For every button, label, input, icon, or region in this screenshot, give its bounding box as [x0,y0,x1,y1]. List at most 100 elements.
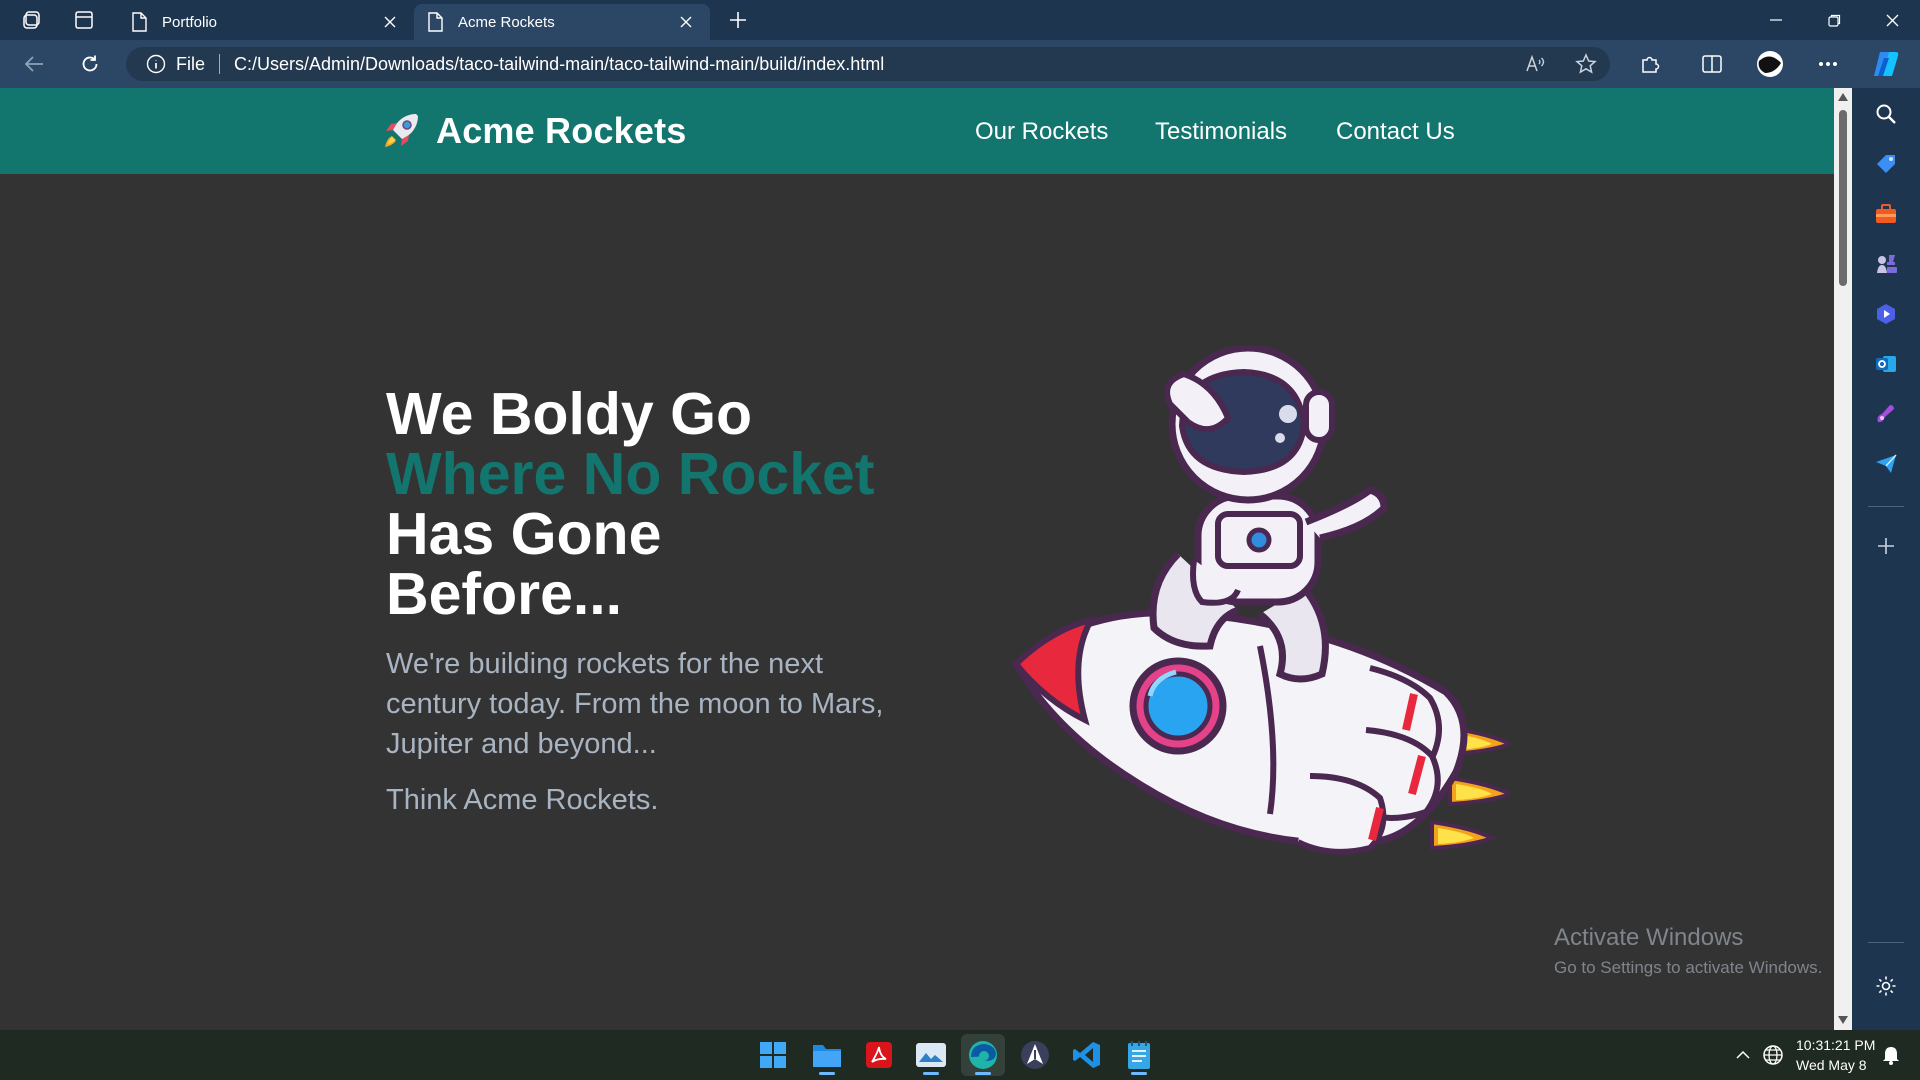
outlook-icon[interactable] [1870,348,1902,380]
taskbar-rocket-app[interactable] [1013,1034,1057,1076]
add-icon[interactable] [1870,530,1902,562]
running-indicator [975,1072,991,1075]
rocket-icon [385,114,418,147]
tab-acme-rockets[interactable]: Acme Rockets [414,4,710,40]
acrobat-icon [866,1042,892,1068]
watermark-subtitle: Go to Settings to activate Windows. [1554,958,1823,977]
taskbar-file-explorer[interactable] [805,1034,849,1076]
edge-icon [969,1041,997,1069]
vscode-icon [1073,1042,1100,1068]
taskbar-clock[interactable]: 10:31:21 PM Wed May 8 [1796,1035,1875,1075]
edge-sidebar [1852,88,1920,1030]
info-icon [146,54,166,74]
refresh-button[interactable] [70,48,110,80]
taskbar-vscode[interactable] [1065,1034,1109,1076]
notifications-button[interactable] [1882,1030,1900,1080]
chess-icon[interactable] [1870,248,1902,280]
address-bar[interactable]: File C:/Users/Admin/Downloads/taco-tailw… [126,47,1610,81]
taskbar-notepad[interactable] [1117,1034,1161,1076]
workspaces-icon[interactable] [6,0,58,40]
taskbar-edge[interactable] [961,1034,1005,1076]
toolbox-icon[interactable] [1870,198,1902,230]
clock-date: Wed May 8 [1796,1057,1867,1073]
site-header: Acme Rockets Our Rockets Testimonials Co… [0,88,1834,174]
search-icon[interactable] [1870,98,1902,130]
star-icon [1575,53,1597,74]
tray-overflow-button[interactable] [1736,1030,1750,1080]
page-icon [428,12,443,32]
restore-button[interactable] [1806,0,1862,40]
clock-time: 10:31:21 PM [1796,1037,1876,1053]
windows-logo-icon [760,1042,786,1068]
scheme-label: File [176,54,221,74]
scroll-up-arrow-icon[interactable] [1837,91,1849,103]
hero-title-line: Before... [386,561,623,627]
copilot-icon [1874,52,1899,76]
copilot-play-icon[interactable] [1870,298,1902,330]
designer-icon[interactable] [1870,398,1902,430]
nav-our-rockets[interactable]: Our Rockets [975,118,1108,146]
tab-title: Portfolio [162,13,218,31]
hero-title-line: We Boldy Go [386,381,753,447]
close-tab-icon[interactable] [674,10,698,34]
refresh-icon [82,55,98,72]
split-screen-button[interactable] [1692,48,1732,80]
windows-taskbar: 10:31:21 PM Wed May 8 [0,1030,1920,1080]
avatar [1757,51,1783,77]
restore-icon [1827,14,1840,27]
file-explorer-icon [813,1045,841,1067]
url-text[interactable]: C:/Users/Admin/Downloads/taco-tailwind-m… [234,54,884,75]
taskbar-photos[interactable] [909,1034,953,1076]
chevron-up-icon [1736,1050,1750,1059]
page-scrollbar[interactable] [1834,88,1852,1030]
tab-title: Acme Rockets [458,13,555,31]
favorite-button[interactable] [1566,48,1606,80]
astronaut-on-rocket-illustration [1011,346,1510,855]
close-tab-icon[interactable] [378,10,402,34]
activate-windows-watermark: Activate Windows Go to Settings to activ… [1554,924,1822,978]
running-indicator [923,1072,939,1075]
browser-toolbar: File C:/Users/Admin/Downloads/taco-tailw… [0,40,1920,88]
nav-contact-us[interactable]: Contact Us [1336,118,1455,146]
minimize-button[interactable] [1748,0,1804,40]
rocket-app-icon [1021,1041,1049,1069]
settings-icon[interactable] [1870,970,1902,1002]
brand-link[interactable]: Acme Rockets [380,110,687,152]
page-viewport: Acme Rockets Our Rockets Testimonials Co… [0,88,1834,1030]
plus-icon [730,12,746,28]
page-icon [132,12,147,32]
more-icon [1819,62,1837,66]
more-menu-button[interactable] [1808,48,1848,80]
nav-testimonials[interactable]: Testimonials [1155,118,1287,146]
read-aloud-icon [1526,54,1545,72]
hero-title-accent: Where No Rocket [386,441,875,507]
vertical-tabs-icon[interactable] [58,0,110,40]
new-tab-button[interactable] [720,4,756,36]
brand-name: Acme Rockets [436,110,687,151]
hero-description: We're building rockets for the next cent… [386,648,884,760]
read-aloud-button[interactable] [1516,48,1556,80]
watermark-title: Activate Windows [1554,924,1744,951]
minimize-icon [1770,19,1782,21]
scroll-down-arrow-icon[interactable] [1837,1014,1849,1026]
browser-titlebar: Portfolio Acme Rockets [0,0,1920,40]
shopping-tag-icon[interactable] [1870,148,1902,180]
extensions-button[interactable] [1630,48,1670,80]
taskbar-acrobat[interactable] [857,1034,901,1076]
hero-tagline: Think Acme Rockets. [386,784,659,816]
split-screen-icon [1702,55,1722,73]
close-icon [1886,14,1898,26]
back-arrow-icon [24,56,43,72]
close-window-button[interactable] [1864,0,1920,40]
hero-title: We Boldy Go Where No Rocket Has Gone Bef… [386,384,874,624]
send-icon[interactable] [1870,448,1902,480]
notepad-icon [1128,1041,1150,1069]
network-button[interactable] [1762,1030,1784,1080]
tab-portfolio[interactable]: Portfolio [118,4,414,40]
copilot-button[interactable] [1866,48,1906,80]
back-button[interactable] [14,48,54,80]
profile-button[interactable] [1750,48,1790,80]
hero-title-line: Has Gone [386,501,662,567]
scrollbar-thumb[interactable] [1839,110,1847,286]
start-button[interactable] [751,1034,795,1076]
